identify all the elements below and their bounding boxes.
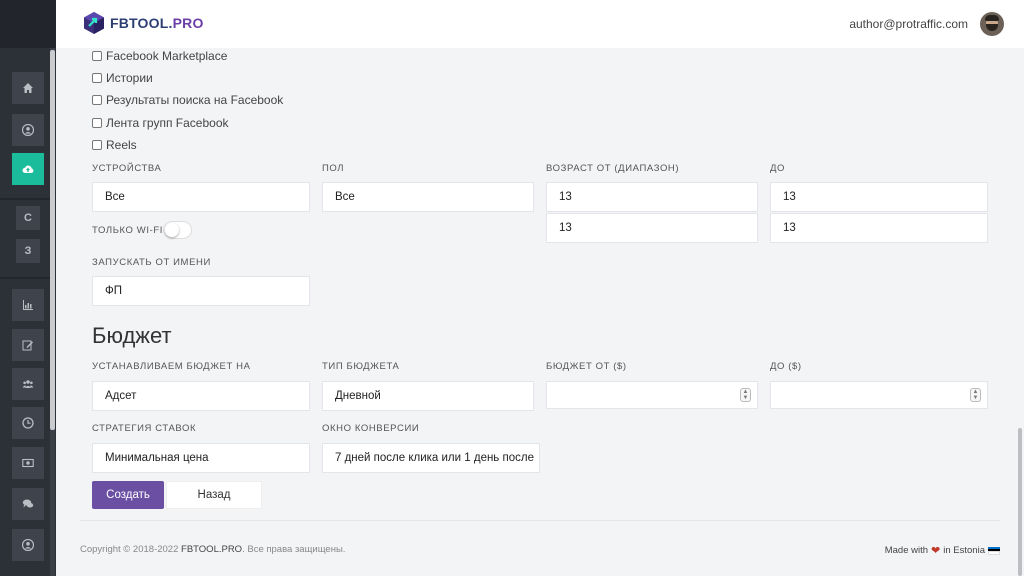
budget-level-label: УСТАНАВЛИВАЕМ БЮДЖЕТ НА — [92, 361, 251, 372]
gender-select[interactable]: Все — [322, 182, 534, 212]
copyright-brand[interactable]: FBTOOL.PRO — [181, 544, 242, 555]
avatar-beard — [986, 24, 998, 31]
run-as-select[interactable]: ФП — [92, 276, 310, 306]
budget-type-label: ТИП БЮДЖЕТА — [322, 361, 400, 372]
placement-label: Reels — [106, 138, 137, 152]
sidebar-top-strip — [0, 0, 56, 48]
users-icon — [22, 380, 34, 388]
top-header: FBTOOL.PRO author@protraffic.com — [56, 0, 1024, 48]
copyright-prefix: Copyright © 2018-2022 — [80, 544, 182, 555]
user-circle-icon — [22, 124, 34, 136]
sidebar-item-profile[interactable] — [12, 114, 44, 146]
sidebar-item-support[interactable] — [12, 488, 44, 520]
age-to-input[interactable]: 13 — [770, 213, 988, 243]
user-email[interactable]: author@protraffic.com — [849, 17, 968, 31]
sidebar-divider — [0, 277, 50, 279]
sidebar-item-edit[interactable] — [12, 329, 44, 361]
placement-label: Facebook Marketplace — [106, 49, 228, 63]
placement-checkbox[interactable]: Результаты поиска на Facebook — [92, 93, 283, 107]
age-from-input[interactable]: 13 — [546, 213, 758, 243]
devices-label: УСТРОЙСТВА — [92, 163, 162, 174]
main-scrollbar[interactable] — [1018, 428, 1022, 576]
brand-name[interactable]: FBTOOL.PRO — [110, 15, 204, 31]
bid-strategy-select[interactable]: Минимальная цена — [92, 443, 310, 473]
placement-checkbox[interactable]: Лента групп Facebook — [92, 116, 229, 130]
checkbox[interactable] — [92, 73, 102, 83]
heart-icon: ❤ — [931, 545, 941, 557]
sidebar-item-account[interactable] — [12, 529, 44, 561]
budget-to-label: ДО ($) — [770, 361, 802, 372]
conversion-window-label: ОКНО КОНВЕРСИИ — [322, 423, 420, 434]
number-spinner-icon[interactable]: ▲ ▼ — [970, 388, 981, 402]
clock-icon — [22, 417, 34, 429]
budget-section-title: Бюджет — [92, 323, 172, 348]
bid-strategy-label: СТРАТЕГИЯ СТАВОК — [92, 423, 197, 434]
home-icon — [23, 83, 33, 93]
avatar[interactable] — [980, 12, 1004, 36]
cloud-upload-icon — [22, 165, 34, 173]
create-button[interactable]: Создать — [92, 481, 164, 509]
budget-from-label: БЮДЖЕТ ОТ ($) — [546, 361, 627, 372]
back-button[interactable]: Назад — [166, 481, 262, 509]
conversion-window-select[interactable]: 7 дней после клика или 1 день после — [322, 443, 540, 473]
placement-checkbox[interactable]: Reels — [92, 138, 137, 152]
wifi-only-toggle[interactable] — [163, 221, 192, 239]
sidebar-item-c[interactable]: C — [16, 206, 40, 230]
brand-accent: PRO — [172, 15, 204, 31]
brand-main: FBTOOL. — [110, 15, 173, 31]
sidebar-item-z[interactable]: З — [16, 239, 40, 263]
checkbox[interactable] — [92, 51, 102, 61]
placement-label: Результаты поиска на Facebook — [106, 93, 284, 107]
budget-to-input[interactable]: ▲ ▼ — [770, 381, 988, 409]
run-as-label: ЗАПУСКАТЬ ОТ ИМЕНИ — [92, 257, 211, 268]
copyright-suffix: . Все права защищены. — [242, 544, 346, 555]
placement-label: Истории — [106, 71, 153, 85]
budget-level-select[interactable]: Адсет — [92, 381, 310, 411]
made-with-label: Made with — [884, 545, 929, 556]
estonia-flag-icon — [988, 546, 1000, 555]
checkbox[interactable] — [92, 118, 102, 128]
age-to-label: ДО — [770, 163, 786, 174]
sidebar-divider — [0, 198, 50, 200]
user-icon — [22, 539, 34, 551]
budget-type-select[interactable]: Дневной — [322, 381, 534, 411]
sidebar-item-home[interactable] — [12, 72, 44, 104]
bar-chart-icon — [23, 300, 33, 310]
avatar-hair — [985, 15, 999, 21]
age-from-select[interactable]: 13 — [546, 182, 758, 212]
logo-icon[interactable] — [82, 11, 106, 35]
comments-icon — [22, 499, 34, 508]
in-estonia-label: in Estonia — [943, 545, 985, 556]
checkbox[interactable] — [92, 140, 102, 150]
placement-checkbox[interactable]: Facebook Marketplace — [92, 49, 227, 63]
age-from-label: ВОЗРАСТ ОТ (ДИАПАЗОН) — [546, 163, 680, 174]
wifi-only-label: ТОЛЬКО WI-FI — [92, 225, 163, 236]
money-icon — [22, 458, 34, 468]
sidebar-item-history[interactable] — [12, 407, 44, 439]
placement-label: Лента групп Facebook — [106, 116, 229, 130]
sidebar-item-users[interactable] — [12, 368, 44, 400]
copyright-text: Copyright © 2018-2022 FBTOOL.PRO. Все пр… — [80, 544, 345, 555]
sidebar-item-billing[interactable] — [12, 447, 44, 479]
made-with-text: Made with ❤ in Estonia — [885, 544, 1000, 557]
footer-divider — [80, 520, 1000, 521]
edit-icon — [22, 340, 33, 351]
sidebar: C З — [0, 0, 56, 576]
gender-label: ПОЛ — [322, 163, 345, 174]
age-to-select[interactable]: 13 — [770, 182, 988, 212]
checkbox[interactable] — [92, 95, 102, 105]
placement-checkbox[interactable]: Истории — [92, 71, 153, 85]
sidebar-scrollbar[interactable] — [50, 50, 55, 430]
devices-select[interactable]: Все — [92, 182, 310, 212]
sidebar-item-stats[interactable] — [12, 289, 44, 321]
sidebar-item-upload[interactable] — [12, 153, 44, 185]
budget-from-input[interactable]: ▲ ▼ — [546, 381, 758, 409]
number-spinner-icon[interactable]: ▲ ▼ — [740, 388, 751, 402]
toggle-knob — [165, 223, 179, 237]
